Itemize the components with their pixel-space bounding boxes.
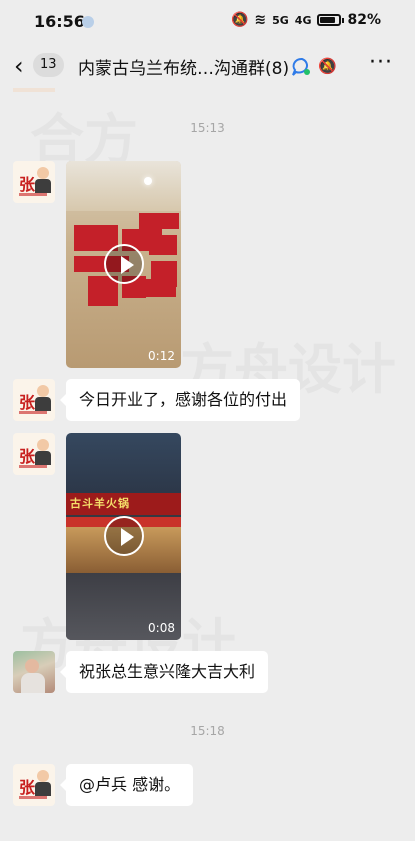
avatar-label: 张 — [19, 778, 36, 797]
group-chat-icon[interactable] — [291, 57, 313, 77]
back-icon[interactable]: ‹ — [14, 53, 34, 79]
more-icon[interactable]: ··· — [369, 50, 393, 75]
avatar[interactable]: 张 — [13, 764, 55, 806]
avatar[interactable]: 张 — [13, 161, 55, 203]
battery-percent: 82% — [347, 12, 381, 28]
avatar[interactable] — [13, 651, 55, 693]
video-message[interactable]: 0:12 — [66, 161, 181, 368]
unread-count-badge[interactable]: 13 — [33, 53, 64, 77]
avatar-label: 张 — [19, 447, 36, 466]
video-message[interactable]: 古斗羊火锅 0:08 — [66, 433, 181, 640]
chat-title-part1: 内蒙古乌兰布统 — [78, 59, 197, 79]
avatar[interactable]: 张 — [13, 379, 55, 421]
shop-sign-text: 古斗羊火锅 — [70, 497, 130, 510]
notification-icon — [82, 16, 94, 28]
avatar-label: 张 — [19, 175, 36, 194]
video-duration: 0:12 — [148, 349, 175, 363]
signal-5g-label: 5G — [272, 13, 289, 27]
play-icon[interactable] — [104, 244, 144, 284]
status-bar: 16:56 🔕 ≋ 5G 4G 82% — [0, 0, 415, 44]
alarm-off-icon: 🔕 — [230, 12, 249, 28]
message-bubble[interactable]: 祝张总生意兴隆大吉大利 — [59, 651, 269, 693]
message-timestamp: 15:13 — [190, 121, 225, 135]
avatar[interactable]: 张 — [13, 433, 55, 475]
chat-title[interactable]: 内蒙古乌兰布统…沟通群(8) — [78, 54, 290, 79]
battery-icon — [317, 14, 345, 26]
play-icon[interactable] — [104, 516, 144, 556]
status-icons: 🔕 ≋ 5G 4G 82% — [231, 12, 381, 28]
lamp-icon — [144, 177, 152, 185]
video-duration: 0:08 — [148, 621, 175, 635]
signal-4g-label: 4G — [294, 13, 312, 27]
avatar-label: 张 — [19, 393, 36, 412]
message-bubble[interactable]: @卢兵 感谢。 — [59, 764, 194, 806]
status-time: 16:56 — [34, 12, 85, 31]
mute-icon: 🔕 — [318, 57, 337, 75]
chat-title-part2: …沟通群(8) — [197, 59, 290, 79]
message-timestamp: 15:18 — [190, 724, 225, 738]
chat-header: ‹ 13 内蒙古乌兰布统…沟通群(8) 🔕 ··· — [0, 44, 415, 88]
message-bubble[interactable]: 今日开业了，感谢各位的付出 — [59, 379, 301, 421]
wifi-icon: ≋ — [254, 12, 267, 28]
avatar-partial — [13, 88, 55, 92]
